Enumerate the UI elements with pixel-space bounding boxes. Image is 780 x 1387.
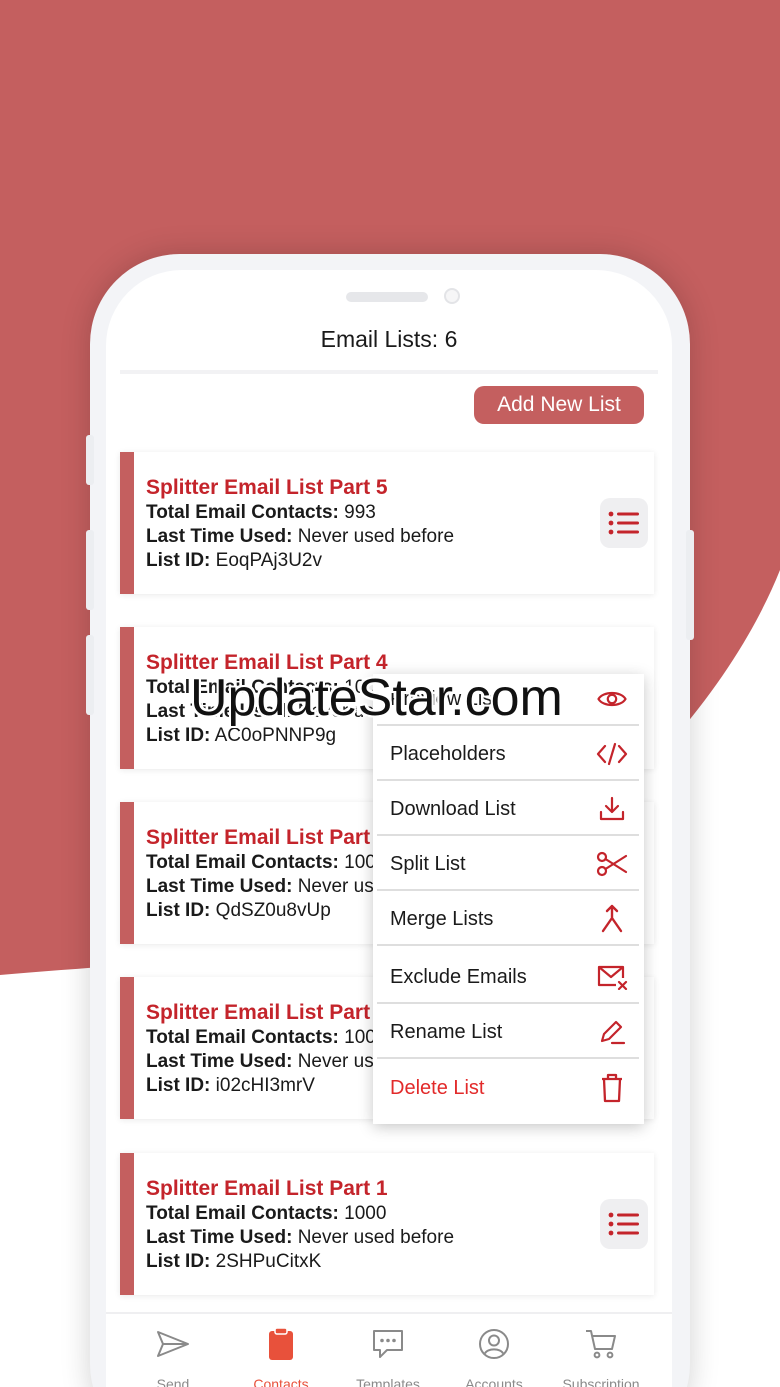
watermark-text: UpdateStar.com (190, 669, 563, 727)
tab-label: Templates (356, 1376, 420, 1387)
tab-contacts[interactable]: Contacts (226, 1314, 336, 1387)
tab-templates[interactable]: Templates (333, 1314, 443, 1387)
menu-item-label: Download List (390, 797, 516, 820)
list-icon (608, 1212, 639, 1236)
contacts-line: Total Email Contacts: 1000 (146, 1203, 387, 1224)
contacts-line: Total Email Contacts: 993 (146, 502, 376, 523)
tab-label: Send (156, 1376, 190, 1387)
email-list-card[interactable]: Splitter Email List Part 5 Total Email C… (120, 452, 654, 594)
front-camera (444, 288, 460, 304)
cart-icon (583, 1326, 619, 1362)
header-divider (120, 370, 658, 374)
trash-icon (595, 1071, 629, 1105)
menu-item-label: Rename List (390, 1020, 503, 1043)
menu-item-merge-lists[interactable]: Merge Lists (377, 894, 639, 946)
tab-label: Contacts (253, 1376, 309, 1387)
scissors-icon (595, 847, 629, 881)
menu-item-split-list[interactable]: Split List (377, 839, 639, 891)
list-name: Splitter Email List Part (146, 1001, 371, 1024)
list-id-line: List ID: EoqPAj3U2v (146, 550, 322, 571)
phone-screen: Email Lists: 6 Add New List Splitter Ema… (106, 270, 672, 1387)
tab-send[interactable]: Send (118, 1314, 228, 1387)
list-name: Splitter Email List Part 1 (146, 1177, 388, 1200)
merge-icon (595, 902, 629, 936)
code-icon (595, 737, 629, 771)
list-id-line: List ID: 2SHPuCitxK (146, 1251, 322, 1272)
last-used-line: Last Time Used: Never us (146, 1051, 374, 1072)
tab-subscription[interactable]: Subscription (546, 1314, 656, 1387)
card-accent-bar (120, 452, 134, 594)
contacts-line: Total Email Contacts: 100 (146, 1027, 376, 1048)
list-options-button[interactable] (600, 1199, 648, 1249)
menu-item-placeholders[interactable]: Placeholders (377, 729, 639, 781)
pen-icon (595, 1015, 629, 1049)
phone-side-button (86, 635, 94, 715)
tab-accounts[interactable]: Accounts (439, 1314, 549, 1387)
list-id-line: List ID: QdSZ0u8vUp (146, 900, 331, 921)
card-accent-bar (120, 1153, 134, 1295)
menu-item-download-list[interactable]: Download List (377, 784, 639, 836)
menu-item-label: Exclude Emails (390, 965, 527, 988)
add-new-list-button[interactable]: Add New List (474, 386, 644, 424)
menu-item-label: Merge Lists (390, 907, 494, 930)
menu-item-delete-list[interactable]: Delete List (377, 1062, 639, 1114)
download-icon (595, 792, 629, 826)
page-title: Email Lists: 6 (320, 326, 458, 352)
send-icon (155, 1326, 191, 1362)
last-used-line: Last Time Used: Never us (146, 876, 374, 897)
list-name: Splitter Email List Part 5 (146, 476, 388, 499)
clipboard-icon (263, 1326, 299, 1362)
list-id-line: List ID: i02cHI3mrV (146, 1075, 315, 1096)
card-accent-bar (120, 802, 134, 944)
bottom-tab-bar: Send Contacts Templates Accounts Subscri… (106, 1312, 672, 1387)
menu-item-label: Delete List (390, 1076, 485, 1099)
last-used-line: Last Time Used: Never used before (146, 1227, 455, 1248)
list-context-menu: Preview List Placeholders Download List … (373, 674, 644, 1124)
list-name: Splitter Email List Part (146, 826, 371, 849)
user-circle-icon (476, 1326, 512, 1362)
list-icon (608, 511, 639, 535)
list-options-button[interactable] (600, 498, 648, 548)
menu-item-exclude-emails[interactable]: Exclude Emails (377, 952, 639, 1004)
menu-item-rename-list[interactable]: Rename List (377, 1007, 639, 1059)
eye-icon (595, 682, 629, 716)
phone-side-button (86, 435, 94, 485)
contacts-line: Total Email Contacts: 100 (146, 852, 376, 873)
card-accent-bar (120, 627, 134, 769)
speaker-grille (346, 292, 428, 302)
email-list-card[interactable]: Splitter Email List Part 1 Total Email C… (120, 1153, 654, 1295)
phone-side-button (686, 530, 694, 640)
last-used-line: Last Time Used: Never used before (146, 526, 455, 547)
mail-x-icon (595, 960, 629, 994)
list-id-line: List ID: AC0oPNNP9g (146, 725, 337, 746)
phone-side-button (86, 530, 94, 610)
card-accent-bar (120, 977, 134, 1119)
tab-label: Accounts (465, 1376, 523, 1387)
tab-label: Subscription (562, 1376, 640, 1387)
menu-item-label: Placeholders (390, 742, 506, 765)
menu-item-label: Split List (390, 852, 466, 875)
chat-icon (370, 1326, 406, 1362)
